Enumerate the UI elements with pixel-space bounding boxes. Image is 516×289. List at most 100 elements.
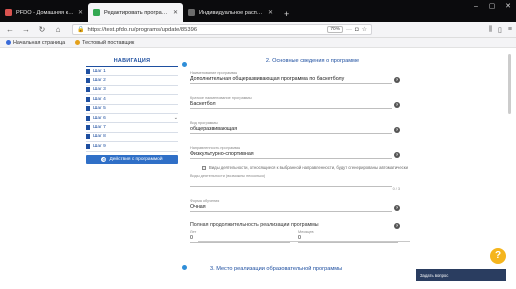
help-icon[interactable]: ?: [394, 152, 400, 158]
menu-icon[interactable]: ≡: [508, 26, 512, 34]
page-content: НАВИГАЦИЯ Шаг 1 Шаг 2 Шаг 3 Шаг 4 Шаг 5 …: [0, 48, 516, 289]
navigation-title: НАВИГАЦИЯ: [86, 58, 178, 67]
bookmark-icon: [75, 40, 81, 45]
chevron-down-icon[interactable]: ⌄: [174, 115, 178, 121]
step-label: Шаг 7: [93, 125, 106, 131]
step-label: Шаг 2: [93, 78, 106, 84]
help-icon[interactable]: ?: [394, 77, 400, 83]
address-bar[interactable]: 🔒 https://test.pfdo.ru/programs/update/8…: [72, 24, 372, 35]
bookmark-flag-icon: [86, 115, 90, 121]
url-text: https://test.pfdo.ru/programs/update/853…: [87, 26, 198, 33]
bookmark-test-provider[interactable]: Тестовый поставщик: [75, 40, 134, 46]
help-icon[interactable]: ?: [394, 205, 400, 211]
checkbox-box[interactable]: [202, 165, 206, 170]
study-form-field: Форма обучения Очная ?: [190, 199, 400, 212]
activity-types-field: Виды деятельности (возможны несколько) 0…: [190, 174, 400, 191]
close-window-icon[interactable]: ✕: [500, 0, 516, 13]
sidebar-item-step-9[interactable]: Шаг 9: [86, 142, 178, 152]
program-form: 2. Основные сведения о программе Наимено…: [190, 58, 410, 243]
sidebar-icon[interactable]: ▯: [498, 26, 502, 34]
help-fab-button[interactable]: ?: [490, 248, 506, 264]
tab-edit-program[interactable]: Редактировать программу ✕: [88, 3, 183, 22]
field-label: Виды деятельности (возможны несколько): [190, 174, 266, 178]
pocket-icon[interactable]: ◘: [355, 27, 359, 33]
bookmark-start-page[interactable]: Начальная страница: [6, 40, 65, 46]
bookmark-flag-icon: [86, 143, 90, 149]
sidebar-item-step-3[interactable]: Шаг 3: [86, 86, 178, 96]
short-name-input[interactable]: Баскетбол: [190, 101, 392, 109]
bookmark-flag-icon: [86, 68, 90, 74]
tab-title: Редактировать программу: [104, 9, 169, 16]
close-tab-icon[interactable]: ✕: [268, 9, 273, 16]
close-tab-icon[interactable]: ✕: [78, 9, 83, 16]
activity-counter: 0 / 3: [392, 187, 400, 191]
activity-types-input[interactable]: [190, 179, 392, 187]
forward-icon[interactable]: →: [20, 25, 32, 34]
bookmark-flag-icon: [86, 106, 90, 112]
bookmark-icon: [6, 40, 11, 45]
short-name-field: Краткое наименование программы Баскетбол…: [190, 96, 400, 109]
library-icon[interactable]: ⫼: [489, 26, 492, 34]
back-icon[interactable]: ←: [4, 25, 16, 34]
program-type-field: Вид программы общеразвивающая ?: [190, 121, 400, 134]
settings-icon: ⚙: [101, 156, 107, 162]
chat-label: Задать вопрос: [420, 272, 449, 278]
program-actions-button[interactable]: ⚙ Действия с программой: [86, 154, 178, 164]
close-tab-icon[interactable]: ✕: [173, 9, 178, 16]
tab-home[interactable]: PFDO - Домашняя комната ✕: [0, 3, 88, 22]
toolbar-icons: ⫼ ▯ ≡: [489, 26, 512, 34]
timeline-dot: [182, 62, 187, 67]
duration-title: Полная продолжительность реализации прог…: [190, 222, 319, 228]
bookmark-label: Начальная страница: [13, 39, 66, 46]
program-direction-field: Направленность программы Физкультурно-сп…: [190, 146, 400, 159]
tab-schedule[interactable]: Индивидуальное расписание ✕: [183, 3, 278, 22]
bookmark-star-icon[interactable]: ☆: [362, 26, 367, 33]
tab-title: PFDO - Домашняя комната: [16, 9, 74, 16]
step-label: Шаг 4: [93, 96, 106, 102]
sidebar-item-step-5[interactable]: Шаг 5: [86, 105, 178, 114]
sidebar-item-step-1[interactable]: Шаг 1: [86, 67, 178, 77]
sidebar-item-step-8[interactable]: Шаг 8: [86, 133, 178, 143]
program-direction-select[interactable]: Физкультурно-спортивная: [190, 151, 392, 159]
zoom-level[interactable]: 70%: [327, 26, 343, 33]
program-actions-label: Действия с программой: [109, 156, 163, 162]
step-label: Шаг 1: [93, 68, 106, 74]
ask-question-widget[interactable]: Задать вопрос: [416, 269, 506, 281]
field-label: Наименование программы: [190, 71, 238, 75]
field-label: Форма обучения: [190, 199, 220, 203]
page-scrollbar[interactable]: [508, 54, 511, 114]
window-controls: – ▢ ✕: [468, 0, 516, 13]
auto-activity-checkbox[interactable]: Виды деятельности, относящиеся к выбранн…: [202, 165, 410, 170]
timeline-dot: [182, 265, 187, 270]
next-section-title: 3. Место реализации образовательной прог…: [210, 266, 343, 272]
sidebar-item-step-7[interactable]: Шаг 7: [86, 123, 178, 133]
program-type-select[interactable]: общеразвивающая: [190, 126, 392, 134]
progress-timeline: [182, 60, 187, 270]
navigation-bar: ← → ↻ ⌂ 🔒 https://test.pfdo.ru/programs/…: [0, 22, 516, 38]
minimize-icon[interactable]: –: [468, 0, 484, 13]
field-label: Краткое наименование программы: [190, 96, 252, 100]
help-icon[interactable]: ?: [394, 102, 400, 108]
bookmark-flag-icon: [86, 78, 90, 84]
study-form-select[interactable]: Очная: [190, 204, 392, 212]
sidebar-item-step-4[interactable]: Шаг 4: [86, 95, 178, 105]
help-icon[interactable]: ?: [394, 127, 400, 133]
tab-favicon-icon: [188, 9, 195, 16]
new-tab-button[interactable]: +: [278, 9, 295, 22]
program-name-input[interactable]: Дополнительная общеразвивающая программа…: [190, 76, 392, 84]
help-icon[interactable]: ?: [394, 223, 400, 229]
sidebar-item-step-6[interactable]: Шаг 6 ⌄: [86, 114, 178, 124]
step-label: Шаг 8: [93, 134, 106, 140]
maximize-icon[interactable]: ▢: [484, 0, 500, 13]
side-navigation: НАВИГАЦИЯ Шаг 1 Шаг 2 Шаг 3 Шаг 4 Шаг 5 …: [86, 58, 178, 164]
reload-icon[interactable]: ↻: [36, 25, 48, 34]
step-label: Шаг 9: [93, 143, 106, 149]
tab-strip: PFDO - Домашняя комната ✕ Редактировать …: [0, 0, 516, 22]
field-label: Направленность программы: [190, 146, 241, 150]
step-label: Шаг 5: [93, 106, 106, 112]
page-actions-icon[interactable]: ···: [346, 27, 352, 33]
bookmarks-bar: Начальная страница Тестовый поставщик: [0, 38, 516, 48]
sidebar-item-step-2[interactable]: Шаг 2: [86, 76, 178, 86]
home-icon[interactable]: ⌂: [52, 25, 64, 34]
tab-favicon-icon: [5, 9, 12, 16]
